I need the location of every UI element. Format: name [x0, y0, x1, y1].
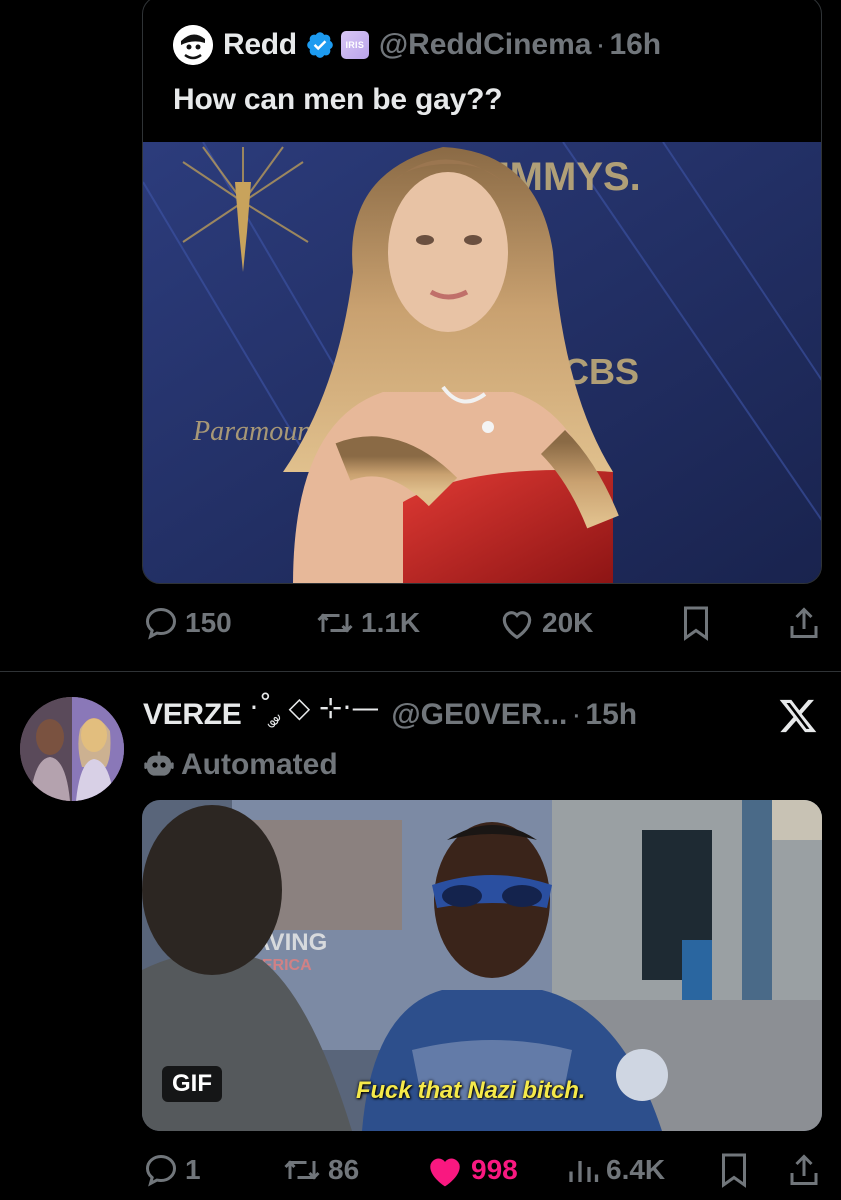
like-count: 20K	[542, 607, 594, 638]
author-name[interactable]: VERZE	[143, 698, 242, 732]
bookmark-icon	[684, 606, 708, 641]
repost-icon	[284, 1160, 320, 1180]
quoted-tweet-card[interactable]: Redd IRIS @ReddCinema · 16h How can men …	[142, 0, 822, 584]
automated-label: Automated	[143, 745, 338, 785]
cartoon-avatar-icon	[173, 25, 213, 65]
share-icon	[790, 607, 818, 638]
like-button[interactable]: 998	[425, 1152, 518, 1188]
automated-text: Automated	[181, 748, 338, 781]
gif-caption: Fuck that Nazi bitch.	[356, 1077, 586, 1104]
separator: ·	[595, 28, 606, 61]
verified-badge-icon	[307, 32, 333, 58]
reply-icon	[145, 607, 177, 640]
repost-button[interactable]: 86	[282, 1152, 359, 1188]
views-chart-icon	[569, 1161, 599, 1182]
bookmark-icon	[722, 1153, 746, 1188]
affiliate-badge: IRIS	[340, 31, 369, 59]
reply-button[interactable]: 1	[143, 1152, 201, 1188]
heart-icon	[502, 611, 532, 640]
like-count: 998	[471, 1154, 518, 1185]
reply-count: 1	[185, 1154, 201, 1185]
share-button[interactable]	[787, 1152, 821, 1188]
avatar[interactable]	[20, 697, 124, 801]
tweet-divider	[0, 671, 841, 672]
quoted-author-name[interactable]: Redd	[223, 28, 297, 62]
repost-count: 1.1K	[361, 607, 421, 638]
author-handle[interactable]: @GE0VER...	[391, 698, 567, 732]
x-logo-icon[interactable]	[778, 696, 818, 736]
avatar-image	[20, 697, 124, 801]
robot-icon	[144, 751, 174, 776]
reply-icon	[145, 1154, 177, 1187]
quoted-tweet-text: How can men be gay??	[173, 83, 503, 116]
share-button[interactable]	[787, 605, 821, 641]
bookmark-button[interactable]	[680, 605, 712, 641]
name-decoration: ·˚ ༘ ◇ ⊹·—	[249, 690, 380, 724]
views-count: 6.4K	[606, 1154, 666, 1185]
bookmark-button[interactable]	[718, 1152, 750, 1188]
repost-count: 86	[328, 1154, 360, 1185]
share-icon	[790, 1154, 818, 1185]
quoted-author-handle[interactable]: @ReddCinema	[379, 28, 592, 62]
quoted-tweet-photo[interactable]: EMMYS. CBS Paramount	[143, 142, 821, 583]
photo-illustration: EMMYS. CBS Paramount	[143, 142, 821, 583]
heart-filled-icon	[430, 1158, 460, 1187]
quoted-timestamp[interactable]: 16h	[609, 28, 661, 62]
views-button[interactable]: 6.4K	[566, 1152, 665, 1188]
like-button[interactable]: 20K	[498, 605, 593, 641]
repost-button[interactable]: 1.1K	[315, 605, 420, 641]
reply-button[interactable]: 150	[143, 605, 232, 641]
repost-icon	[317, 613, 353, 633]
gif-badge: GIF	[162, 1066, 222, 1102]
avatar[interactable]	[173, 25, 213, 65]
reply-count: 150	[185, 607, 232, 638]
paramount-sign: Paramount	[192, 416, 320, 447]
tweet-gif[interactable]: SAVING AMERICA GIF Fuck that Nazi bitch.	[142, 800, 822, 1131]
timestamp[interactable]: 15h	[585, 698, 637, 732]
separator: ·	[571, 698, 582, 731]
quoted-tweet-header: Redd IRIS @ReddCinema · 16h	[173, 25, 661, 65]
tweet-header: VERZE ·˚ ༘ ◇ ⊹·— @GE0VER... · 15h	[143, 691, 637, 736]
